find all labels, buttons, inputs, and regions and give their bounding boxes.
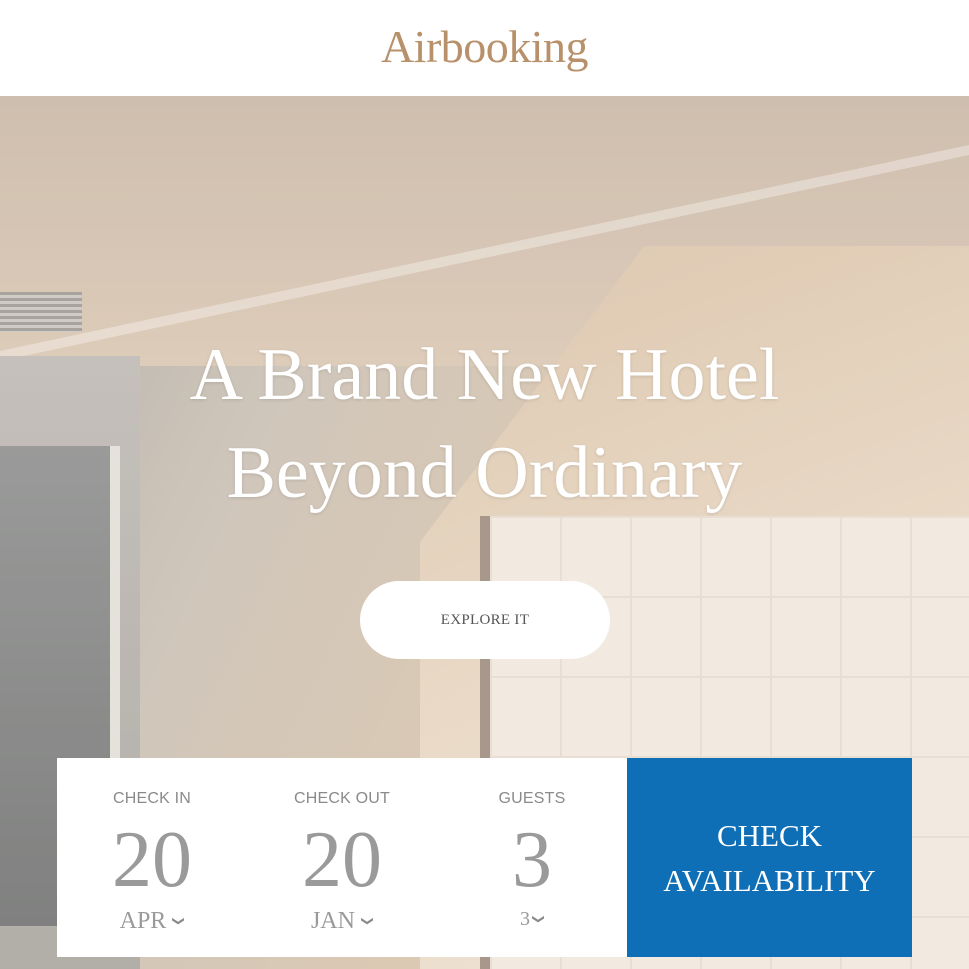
check-in-month-select[interactable]: APR ❯ <box>57 908 247 935</box>
explore-button[interactable]: EXPLORE IT <box>360 581 610 659</box>
check-availability-line1: CHECK <box>716 817 823 853</box>
check-in-day: 20 <box>112 816 192 904</box>
hero-headline: A Brand New Hotel Beyond Ordinary <box>0 326 969 522</box>
booking-bar: CHECK IN 20 APR ❯ CHECK OUT 20 JAN ❯ GUE… <box>57 758 912 957</box>
guests-label: GUESTS <box>498 790 566 807</box>
check-in-field[interactable]: CHECK IN 20 APR ❯ <box>57 758 247 957</box>
check-out-label: CHECK OUT <box>293 790 391 807</box>
guests-count: 3 <box>512 816 552 904</box>
logo[interactable]: Airbooking <box>381 20 589 73</box>
hero-headline-line2: Beyond Ordinary <box>226 432 743 514</box>
guests-selected: 3 <box>519 908 530 930</box>
check-in-label: CHECK IN <box>112 790 192 807</box>
booking-fields: CHECK IN 20 APR ❯ CHECK OUT 20 JAN ❯ GUE… <box>57 758 627 957</box>
site-header: Airbooking <box>0 0 969 96</box>
guests-select[interactable]: 3 ❯ <box>437 908 627 931</box>
check-out-month: JAN <box>310 908 355 934</box>
check-availability-line2: AVAILABILITY <box>663 862 876 898</box>
check-in-month: APR <box>119 908 167 934</box>
guests-field[interactable]: GUESTS 3 3 ❯ <box>437 758 627 957</box>
check-out-day: 20 <box>302 816 382 904</box>
check-out-field[interactable]: CHECK OUT 20 JAN ❯ <box>247 758 437 957</box>
hero-headline-line1: A Brand New Hotel <box>189 334 780 416</box>
check-availability-button[interactable]: CHECK AVAILABILITY <box>627 758 912 957</box>
chevron-down-icon: ❯ <box>532 913 546 924</box>
chevron-down-icon: ❯ <box>361 915 375 926</box>
check-out-month-select[interactable]: JAN ❯ <box>247 908 437 935</box>
chevron-down-icon: ❯ <box>172 915 187 926</box>
